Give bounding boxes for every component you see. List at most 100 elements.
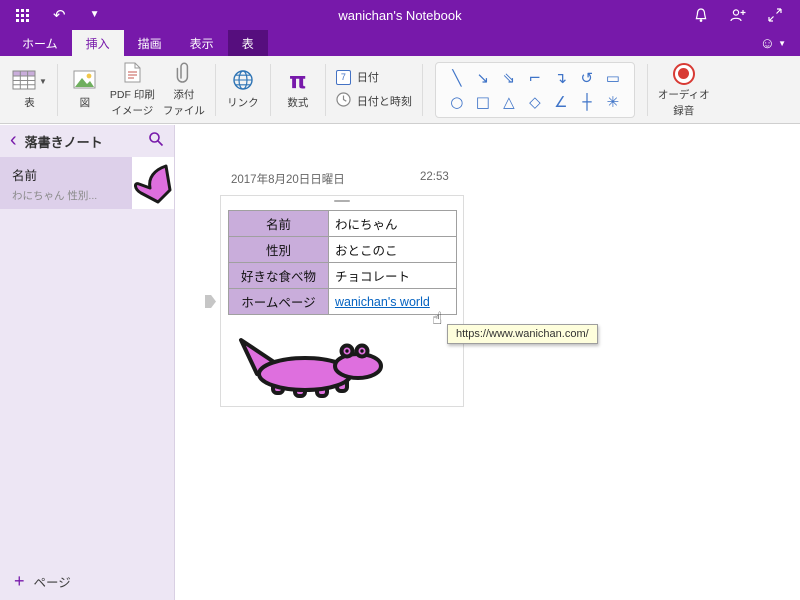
homepage-link[interactable]: wanichan's world bbox=[335, 295, 430, 309]
table-row: 名前 わにちゃん bbox=[228, 210, 457, 237]
onenote-window: ↶ ▼ wanichan's Notebook ホーム 挿入 描画 表示 表 ☺… bbox=[0, 0, 800, 600]
back-chevron-icon[interactable]: ‹ bbox=[10, 130, 17, 153]
outline-drag-handle[interactable] bbox=[334, 200, 350, 202]
attach-button-label-line1: 添付 bbox=[173, 88, 195, 101]
link-button-label: リンク bbox=[227, 96, 259, 109]
notebook-section-title: 落書きノート bbox=[24, 134, 103, 150]
shape-corner-line[interactable]: ⌐ bbox=[522, 66, 548, 90]
globe-link-icon bbox=[232, 69, 254, 95]
shape-double-arrow[interactable]: ⇘ bbox=[496, 66, 522, 90]
shape-corner-arrow[interactable]: ↴ bbox=[548, 66, 574, 90]
audio-recording-button[interactable]: オーディオ 録音 bbox=[654, 60, 714, 119]
table-cell-value[interactable]: おとこのこ bbox=[328, 236, 457, 263]
insert-link-button[interactable]: リンク bbox=[222, 68, 264, 112]
tab-home[interactable]: ホーム bbox=[8, 30, 72, 56]
page-item-preview: わにちゃん 性別... bbox=[12, 190, 98, 202]
shape-diagonal-line[interactable]: ╲ bbox=[444, 66, 470, 90]
ribbon-separator bbox=[646, 63, 648, 116]
ribbon-separator bbox=[56, 63, 58, 116]
tab-view[interactable]: 表示 bbox=[176, 30, 228, 56]
record-icon bbox=[672, 62, 695, 85]
shape-rectangle[interactable]: ▭ bbox=[600, 66, 626, 90]
table-grid-icon bbox=[12, 70, 36, 94]
shape-triangle[interactable]: △ bbox=[496, 90, 522, 114]
paragraph-handle[interactable] bbox=[205, 295, 216, 308]
shape-angle[interactable]: ∠ bbox=[548, 90, 574, 114]
ribbon-separator bbox=[269, 63, 271, 116]
chevron-down-icon: ▼ bbox=[778, 38, 786, 48]
tab-table-contextual[interactable]: 表 bbox=[227, 30, 268, 56]
page-item-thumbnail bbox=[132, 157, 174, 209]
note-table: 名前 わにちゃん 性別 おとこのこ 好きな食べ物 チョコレート ホームページ w… bbox=[228, 210, 457, 315]
calendar-icon: 7 bbox=[335, 69, 351, 85]
link-url-tooltip: https://www.wanichan.com/ bbox=[447, 324, 598, 344]
feedback-smiley-button[interactable]: ☺ ▼ bbox=[760, 30, 800, 56]
sidebar-header: ‹ 落書きノート bbox=[0, 125, 174, 157]
clock-icon bbox=[336, 92, 351, 110]
pdf-document-icon bbox=[124, 62, 141, 87]
hand-cursor-icon: ☝ bbox=[432, 309, 443, 329]
chevron-down-icon: ▼ bbox=[39, 76, 47, 86]
fullscreen-expand-icon[interactable] bbox=[768, 8, 782, 22]
table-row: 好きな食べ物 チョコレート bbox=[228, 262, 457, 289]
note-outline-container: 名前 わにちゃん 性別 おとこのこ 好きな食べ物 チョコレート ホームページ w… bbox=[220, 195, 464, 407]
shapes-gallery: ╲ ↘ ⇘ ⌐ ↴ ↺ ▭ ○ □ △ ◇ ∠ ┼ ✳ bbox=[434, 61, 635, 118]
table-button-label: 表 bbox=[24, 96, 35, 109]
smiley-icon: ☺ bbox=[759, 34, 776, 52]
page-list-item-selected[interactable]: 名前 わにちゃん 性別... bbox=[0, 157, 174, 209]
ribbon-separator bbox=[324, 63, 326, 116]
table-row: ホームページ wanichan's world bbox=[228, 288, 457, 315]
ribbon-separator bbox=[214, 63, 216, 116]
table-cell-label[interactable]: ホームページ bbox=[228, 288, 329, 315]
shape-axes-cross[interactable]: ┼ bbox=[574, 90, 600, 114]
share-person-add-icon[interactable] bbox=[730, 8, 746, 22]
ribbon: ▼ 表 図 PDF 印刷 イメージ 添付 ファイル リンク π 数式 7 日付 … bbox=[0, 56, 800, 124]
insert-date-button[interactable]: 7 日付 bbox=[335, 69, 412, 85]
table-cell-label[interactable]: 好きな食べ物 bbox=[228, 262, 329, 289]
insert-pdf-printout-button[interactable]: PDF 印刷 イメージ bbox=[106, 60, 159, 119]
shape-loop-arrow[interactable]: ↺ bbox=[574, 66, 600, 90]
datetime-button-label: 日付と時刻 bbox=[356, 96, 412, 108]
insert-table-button[interactable]: ▼ 表 bbox=[8, 68, 51, 112]
table-cell-label[interactable]: 名前 bbox=[228, 210, 329, 237]
crocodile-doodle bbox=[233, 334, 388, 403]
app-grid-icon[interactable] bbox=[16, 8, 29, 22]
table-cell-value[interactable]: わにちゃん bbox=[328, 210, 457, 237]
tab-insert[interactable]: 挿入 bbox=[71, 30, 124, 56]
date-time-group: 7 日付 日付と時刻 bbox=[335, 69, 412, 110]
table-cell-value[interactable]: チョコレート bbox=[328, 262, 457, 289]
shape-ellipse[interactable]: ○ bbox=[444, 90, 470, 114]
note-canvas[interactable]: 2017年8月20日日曜日 22:53 名前 わにちゃん 性別 おとこのこ 好き… bbox=[176, 125, 800, 600]
tab-draw[interactable]: 描画 bbox=[124, 30, 176, 56]
pi-equation-icon: π bbox=[289, 68, 307, 94]
window-title: wanichan's Notebook bbox=[338, 7, 462, 23]
paperclip-icon bbox=[176, 61, 192, 87]
equation-button-label: 数式 bbox=[287, 96, 309, 109]
audio-button-label-line1: オーディオ bbox=[657, 88, 710, 101]
ribbon-separator bbox=[421, 63, 423, 116]
pdf-button-label-line2: イメージ bbox=[111, 104, 154, 117]
search-icon[interactable] bbox=[148, 131, 164, 152]
shape-diamond[interactable]: ◇ bbox=[522, 90, 548, 114]
shape-asterisk-star[interactable]: ✳ bbox=[600, 90, 626, 114]
undo-icon[interactable]: ↶ bbox=[53, 8, 66, 23]
add-page-button[interactable]: + ページ bbox=[0, 562, 174, 600]
plus-icon: + bbox=[14, 571, 25, 591]
insert-file-attachment-button[interactable]: 添付 ファイル bbox=[159, 60, 209, 119]
page-list-sidebar: ‹ 落書きノート 名前 わにちゃん 性別... + ページ bbox=[0, 125, 175, 600]
picture-icon bbox=[73, 70, 96, 93]
shape-diagonal-arrow[interactable]: ↘ bbox=[470, 66, 496, 90]
page-time: 22:53 bbox=[420, 171, 449, 183]
shape-square[interactable]: □ bbox=[470, 90, 496, 114]
insert-picture-button[interactable]: 図 bbox=[64, 68, 106, 112]
add-page-label: ページ bbox=[33, 575, 71, 590]
audio-button-label-line2: 録音 bbox=[673, 104, 695, 117]
insert-datetime-button[interactable]: 日付と時刻 bbox=[336, 92, 412, 110]
notifications-bell-icon[interactable] bbox=[694, 7, 708, 23]
page-date: 2017年8月20日日曜日 bbox=[231, 174, 345, 186]
table-cell-label[interactable]: 性別 bbox=[228, 236, 329, 263]
attach-button-label-line2: ファイル bbox=[162, 104, 205, 117]
insert-equation-button[interactable]: π 数式 bbox=[277, 68, 319, 112]
titlebar: ↶ ▼ wanichan's Notebook bbox=[0, 0, 800, 30]
titlebar-chevron-down-icon[interactable]: ▼ bbox=[90, 10, 100, 20]
